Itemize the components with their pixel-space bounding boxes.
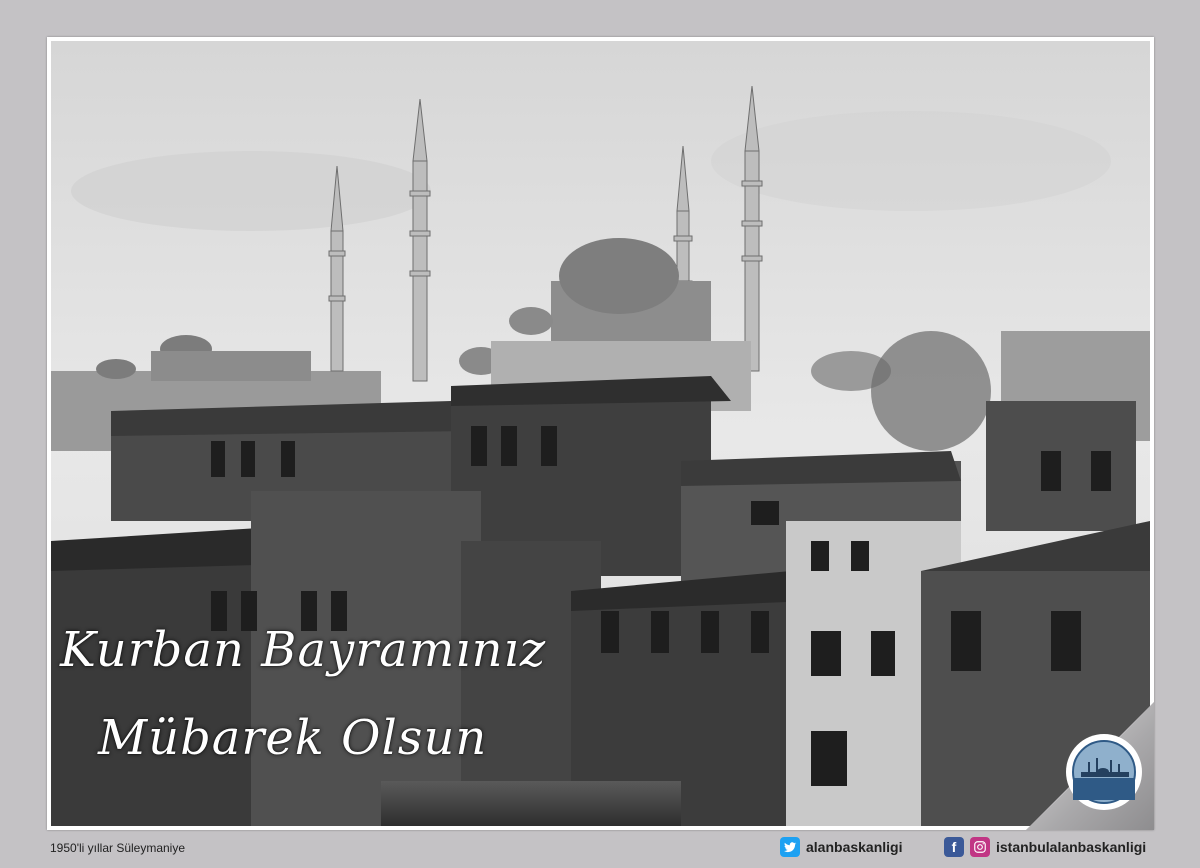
twitter-link[interactable]: alanbaskanligi <box>780 836 902 858</box>
directorate-logo <box>1026 702 1154 830</box>
photo-caption: 1950'li yıllar Süleymaniye <box>50 841 186 855</box>
page-curl-seal <box>1026 702 1154 830</box>
twitter-handle: alanbaskanligi <box>806 839 903 855</box>
twitter-icon <box>780 837 800 857</box>
greeting-line-2: Mübarek Olsun <box>98 710 488 766</box>
facebook-icon: f <box>944 837 964 857</box>
instagram-icon <box>970 837 990 857</box>
greeting-line-1: Kurban Bayramınız <box>60 622 547 678</box>
facebook-instagram-link[interactable]: f istanbulalanbaskanligi <box>944 836 1146 858</box>
historic-photo <box>51 41 1150 826</box>
facebook-instagram-handle: istanbulalanbaskanligi <box>996 839 1147 855</box>
